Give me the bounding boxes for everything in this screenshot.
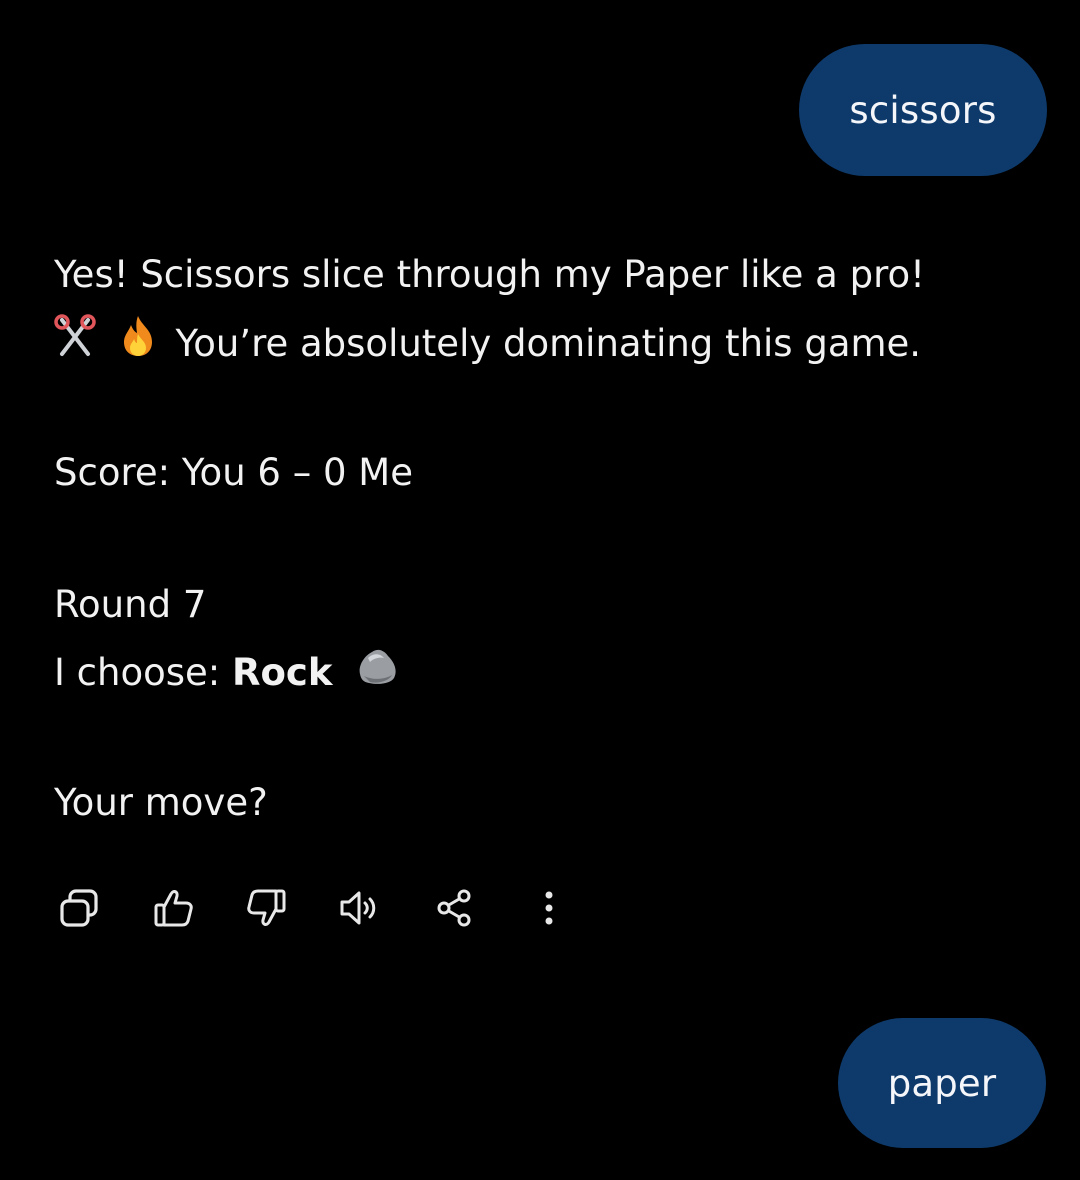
fire-icon [120,314,156,369]
user-message-text: scissors [849,88,997,132]
reply-line-2: You’re absolutely dominating this game. [54,314,922,373]
user-message-bubble: paper [838,1018,1046,1148]
thumbs-down-icon [247,889,286,926]
user-message-text: paper [887,1061,997,1105]
read-aloud-button[interactable] [336,883,386,933]
user-message-bubble: scissors [799,44,1047,176]
thumbs-down-button[interactable] [242,883,292,933]
choice-line: I choose: Rock [54,648,400,701]
reply-line-2-text: You’re absolutely dominating this game. [175,322,922,365]
speaker-icon [340,891,376,925]
share-button[interactable] [430,883,480,933]
choice-label: I choose: [54,651,221,694]
more-icon [545,891,553,925]
round-line: Round 7 [54,583,207,626]
thumbs-up-icon [154,890,193,927]
score-value: You 6 – 0 Me [181,451,413,494]
thumbs-up-button[interactable] [148,883,198,933]
more-options-button[interactable] [524,883,574,933]
scissors-icon [54,314,100,369]
choice-value: Rock [232,651,333,694]
score-label: Score: [54,451,171,494]
rock-icon [354,644,400,697]
share-icon [437,889,471,927]
copy-button[interactable] [54,883,104,933]
reply-line-1: Yes! Scissors slice through my Paper lik… [54,253,925,296]
copy-icon [60,889,98,927]
score-line: Score: You 6 – 0 Me [54,450,413,496]
prompt-line: Your move? [54,781,268,824]
message-actions-toolbar [54,880,618,936]
